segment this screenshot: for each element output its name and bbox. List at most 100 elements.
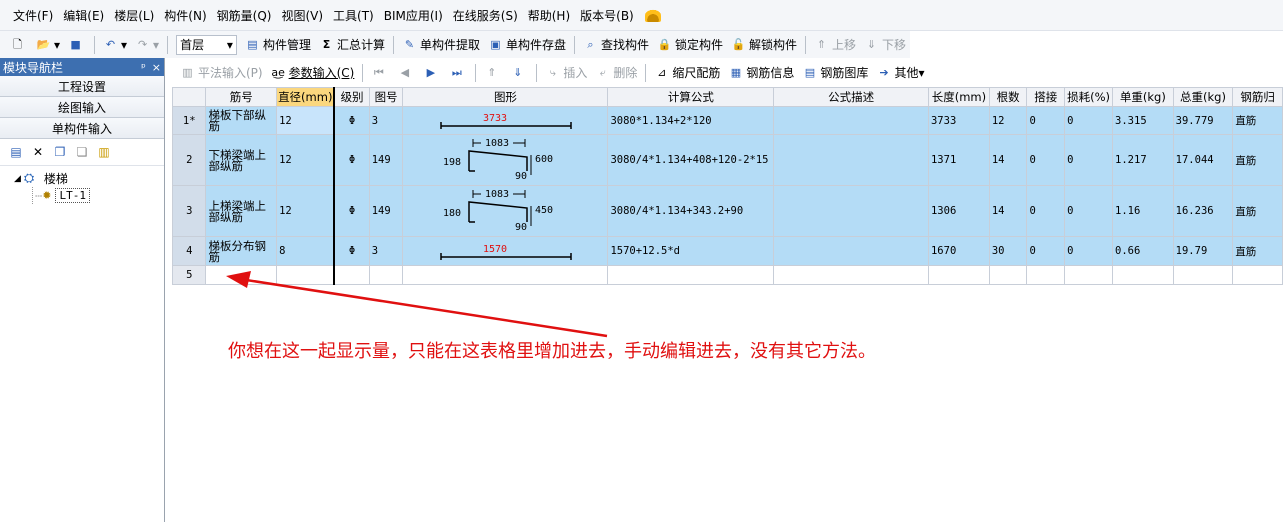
tree-node-stairs[interactable]: ◢ ⛭ 楼梯 bbox=[14, 170, 164, 187]
diameter-cell[interactable]: 12 bbox=[276, 134, 336, 186]
shape-cell[interactable]: 1083 180 450 90 bbox=[402, 185, 609, 237]
empty-cell[interactable] bbox=[773, 265, 929, 285]
single-save-button[interactable]: ▣ 单构件存盘 bbox=[484, 36, 570, 53]
delete-row-button[interactable]: ⤶ 删除 bbox=[591, 64, 641, 81]
table-row[interactable]: 3 上梯梁端上部纵筋 12 Φ 149 1083 180 450 90 3080/4*1.134+… bbox=[172, 185, 1283, 237]
shape-cell[interactable]: 1083 198 600 90 bbox=[402, 134, 609, 186]
empty-cell[interactable] bbox=[276, 265, 336, 285]
row-up-button[interactable]: ⇑ bbox=[480, 65, 506, 80]
nav-section-single-component-input[interactable]: 单构件输入 bbox=[0, 118, 164, 139]
grade-cell[interactable]: Φ bbox=[333, 185, 370, 237]
close-icon[interactable]: × bbox=[152, 61, 161, 74]
helmet-icon[interactable] bbox=[644, 8, 661, 22]
bar-name-cell[interactable]: 梯板分布钢筋 bbox=[205, 236, 278, 266]
count-cell[interactable]: 14 bbox=[988, 185, 1028, 237]
unit-weight-cell[interactable]: 3.315 bbox=[1112, 106, 1174, 135]
empty-cell[interactable] bbox=[1026, 265, 1066, 285]
table-row[interactable]: 4 梯板分布钢筋 8 Φ 3 1570 1570+12.5*d 1670 30 0 0 0.66 19.… bbox=[172, 236, 1283, 266]
total-weight-cell[interactable]: 16.236 bbox=[1172, 185, 1234, 237]
prev-record-button[interactable]: ◀ bbox=[393, 65, 419, 80]
formula-desc-cell[interactable] bbox=[773, 185, 929, 237]
diameter-cell[interactable]: 12 bbox=[276, 106, 336, 135]
menu-item-2[interactable]: 楼层(L) bbox=[109, 7, 159, 24]
empty-cell[interactable] bbox=[1112, 265, 1174, 285]
total-weight-header[interactable]: 总重(kg) bbox=[1172, 87, 1234, 107]
menu-item-9[interactable]: 帮助(H) bbox=[523, 7, 575, 24]
last-record-button[interactable]: ⏭ bbox=[445, 65, 471, 80]
clipboard-icon[interactable]: ▥ bbox=[96, 144, 112, 160]
unit-weight-cell[interactable]: 1.217 bbox=[1112, 134, 1174, 186]
scale-rebar-button[interactable]: ⊿ 缩尺配筋 bbox=[650, 64, 724, 81]
properties-icon[interactable]: ▤ bbox=[8, 144, 24, 160]
total-weight-cell[interactable]: 39.779 bbox=[1172, 106, 1234, 135]
unit-weight-header[interactable]: 单重(kg) bbox=[1112, 87, 1174, 107]
figure-no-cell[interactable]: 3 bbox=[368, 236, 404, 266]
diameter-cell[interactable]: 8 bbox=[276, 236, 336, 266]
formula-cell[interactable]: 1570+12.5*d bbox=[607, 236, 775, 266]
figure-no-cell[interactable]: 149 bbox=[368, 134, 404, 186]
rebar-library-button[interactable]: ▤ 钢筋图库 bbox=[798, 64, 872, 81]
menu-item-7[interactable]: BIM应用(I) bbox=[379, 7, 448, 24]
open-file-button[interactable]: 📂 ▾ bbox=[32, 37, 64, 52]
menu-item-6[interactable]: 工具(T) bbox=[328, 7, 379, 24]
formula-desc-cell[interactable] bbox=[773, 106, 929, 135]
grade-cell[interactable]: Φ bbox=[333, 134, 370, 186]
next-record-button[interactable]: ▶ bbox=[419, 65, 445, 80]
formula-cell[interactable]: 3080/4*1.134+408+120-2*15 bbox=[607, 134, 775, 186]
unit-weight-cell[interactable]: 0.66 bbox=[1112, 236, 1174, 266]
component-manage-button[interactable]: ▤ 构件管理 bbox=[241, 36, 315, 53]
undo-button[interactable]: ↶ ▾ bbox=[99, 37, 131, 52]
save-button[interactable]: ■ bbox=[64, 37, 90, 52]
lap-cell[interactable]: 0 bbox=[1026, 236, 1066, 266]
figure-no-cell[interactable]: 149 bbox=[368, 185, 404, 237]
figure-no-cell[interactable]: 3 bbox=[368, 106, 404, 135]
total-weight-cell[interactable]: 19.79 bbox=[1172, 236, 1234, 266]
nav-section-project-settings[interactable]: 工程设置 bbox=[0, 76, 164, 97]
length-cell[interactable]: 1306 bbox=[927, 185, 990, 237]
floor-select[interactable]: 首层 ▾ bbox=[176, 34, 237, 55]
menu-item-5[interactable]: 视图(V) bbox=[276, 7, 328, 24]
empty-cell[interactable] bbox=[1232, 265, 1283, 285]
row-number-cell[interactable]: 1* bbox=[172, 106, 207, 135]
count-cell[interactable]: 12 bbox=[988, 106, 1028, 135]
empty-cell[interactable] bbox=[333, 265, 370, 285]
param-input-button[interactable]: a͜e 参数输入(C) bbox=[267, 64, 359, 81]
unlock-component-button[interactable]: 🔓 解锁构件 bbox=[727, 36, 801, 53]
shape-header[interactable]: 图形 bbox=[402, 87, 609, 107]
bar-name-header[interactable]: 筋号 bbox=[205, 87, 278, 107]
empty-cell[interactable] bbox=[1172, 265, 1234, 285]
formula-cell[interactable]: 3080*1.134+2*120 bbox=[607, 106, 775, 135]
empty-cell[interactable] bbox=[402, 265, 609, 285]
lap-cell[interactable]: 0 bbox=[1026, 185, 1066, 237]
formula-cell[interactable]: 3080/4*1.134+343.2+90 bbox=[607, 185, 775, 237]
table-row-empty[interactable]: 5 bbox=[172, 265, 1283, 285]
insert-button[interactable]: ⤷ 插入 bbox=[541, 64, 591, 81]
total-weight-cell[interactable]: 17.044 bbox=[1172, 134, 1234, 186]
nav-section-drawing-input[interactable]: 绘图输入 bbox=[0, 97, 164, 118]
unit-weight-cell[interactable]: 1.16 bbox=[1112, 185, 1174, 237]
figure-no-header[interactable]: 图号 bbox=[368, 87, 404, 107]
formula-header[interactable]: 计算公式 bbox=[607, 87, 775, 107]
bar-name-cell[interactable]: 上梯梁端上部纵筋 bbox=[205, 185, 278, 237]
lap-cell[interactable]: 0 bbox=[1026, 134, 1066, 186]
length-cell[interactable]: 3733 bbox=[927, 106, 990, 135]
category-cell[interactable]: 直筋 bbox=[1232, 236, 1283, 266]
loss-cell[interactable]: 0 bbox=[1064, 185, 1114, 237]
menu-item-4[interactable]: 钢筋量(Q) bbox=[212, 7, 277, 24]
loss-cell[interactable]: 0 bbox=[1064, 106, 1114, 135]
formula-desc-header[interactable]: 公式描述 bbox=[773, 87, 929, 107]
category-header[interactable]: 钢筋归 bbox=[1232, 87, 1283, 107]
category-cell[interactable]: 直筋 bbox=[1232, 106, 1283, 135]
length-cell[interactable]: 1371 bbox=[927, 134, 990, 186]
grade-cell[interactable]: Φ bbox=[333, 236, 370, 266]
lap-header[interactable]: 搭接 bbox=[1026, 87, 1066, 107]
find-component-button[interactable]: ⌕ 查找构件 bbox=[579, 36, 653, 53]
loss-cell[interactable]: 0 bbox=[1064, 236, 1114, 266]
pin-icon[interactable]: ᵖ bbox=[141, 61, 146, 74]
category-cell[interactable]: 直筋 bbox=[1232, 185, 1283, 237]
delete-icon[interactable]: ✕ bbox=[30, 144, 46, 160]
empty-cell[interactable] bbox=[1064, 265, 1114, 285]
redo-button[interactable]: ↷ ▾ bbox=[131, 37, 163, 52]
sum-calc-button[interactable]: Σ 汇总计算 bbox=[315, 36, 389, 53]
empty-cell[interactable] bbox=[368, 265, 404, 285]
